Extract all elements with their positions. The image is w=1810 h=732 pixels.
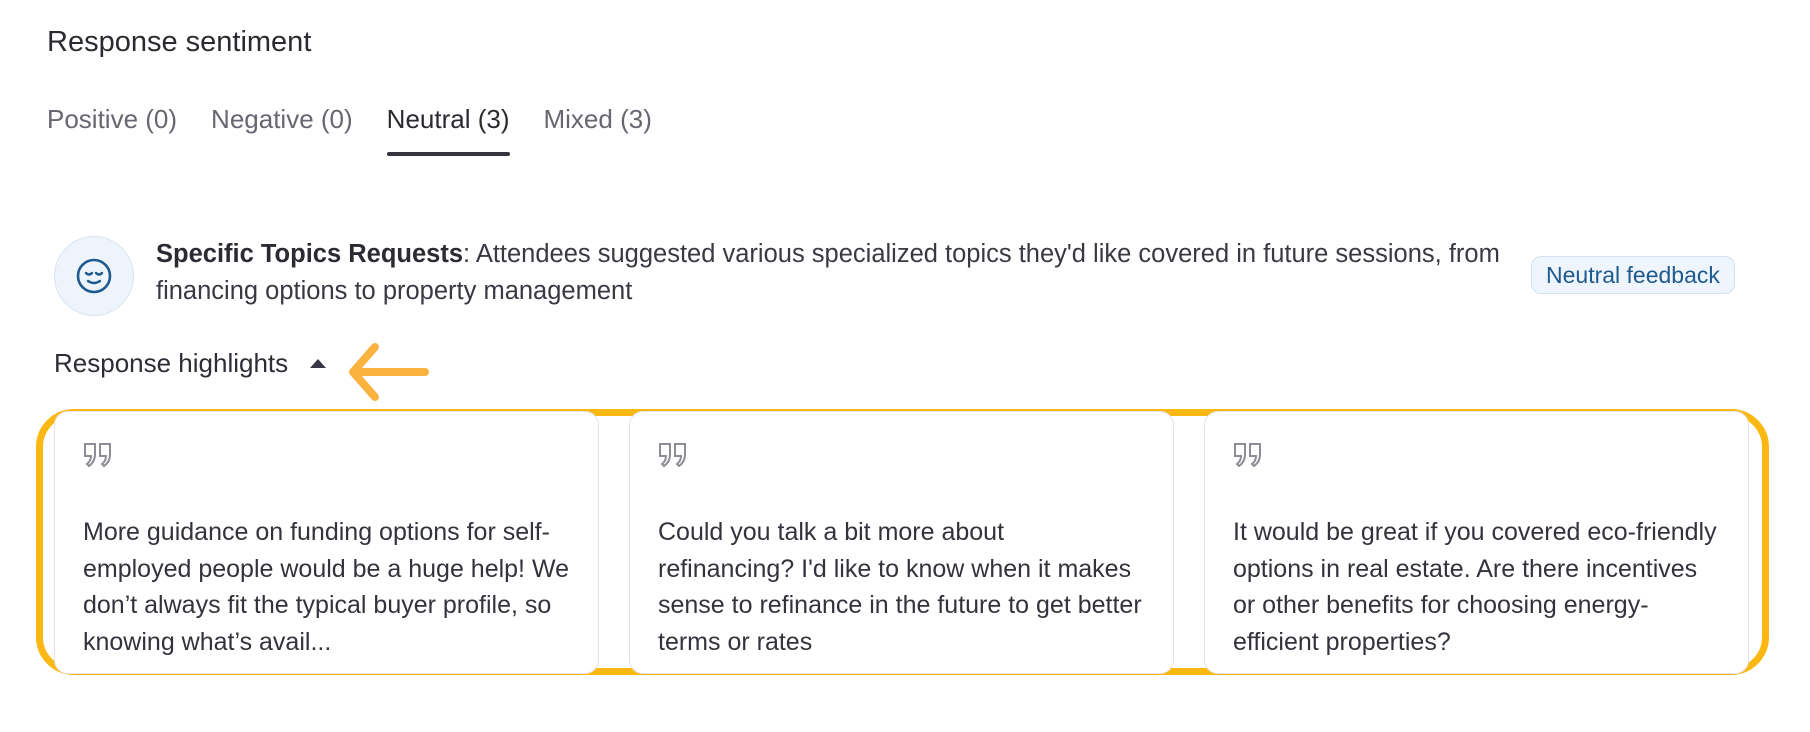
tab-negative[interactable]: Negative (0) bbox=[211, 102, 353, 156]
quote-icon bbox=[659, 443, 686, 468]
tab-positive[interactable]: Positive (0) bbox=[47, 102, 177, 156]
quote-text: Could you talk a bit more about refinanc… bbox=[658, 518, 1142, 656]
quote-icon bbox=[84, 443, 111, 468]
summary-text: Specific Topics Requests: Attendees sugg… bbox=[156, 236, 1556, 310]
summary-topic: Specific Topics Requests bbox=[156, 240, 464, 268]
response-highlights-label: Response highlights bbox=[54, 348, 289, 378]
annotation-arrow-icon bbox=[349, 343, 429, 401]
response-highlights-toggle[interactable]: Response highlights bbox=[54, 346, 327, 380]
caret-up-icon bbox=[310, 358, 327, 368]
quote-card: It would be great if you covered eco-fri… bbox=[1204, 411, 1749, 674]
quote-icon bbox=[1234, 443, 1261, 468]
sentiment-tabs: Positive (0) Negative (0) Neutral (3) Mi… bbox=[47, 102, 652, 156]
sentiment-badge: Neutral feedback bbox=[1531, 256, 1735, 294]
neutral-face-icon bbox=[54, 236, 134, 316]
response-highlights-cards: More guidance on funding options for sel… bbox=[54, 411, 1749, 674]
quote-text: More guidance on funding options for sel… bbox=[83, 518, 569, 656]
quote-text: It would be great if you covered eco-fri… bbox=[1233, 518, 1717, 656]
quote-card: Could you talk a bit more about refinanc… bbox=[629, 411, 1174, 674]
tab-neutral[interactable]: Neutral (3) bbox=[386, 102, 510, 156]
section-title: Response sentiment bbox=[47, 26, 312, 58]
tab-mixed[interactable]: Mixed (3) bbox=[544, 102, 652, 156]
sentiment-summary: Specific Topics Requests: Attendees sugg… bbox=[54, 236, 1754, 318]
quote-card: More guidance on funding options for sel… bbox=[54, 411, 599, 674]
